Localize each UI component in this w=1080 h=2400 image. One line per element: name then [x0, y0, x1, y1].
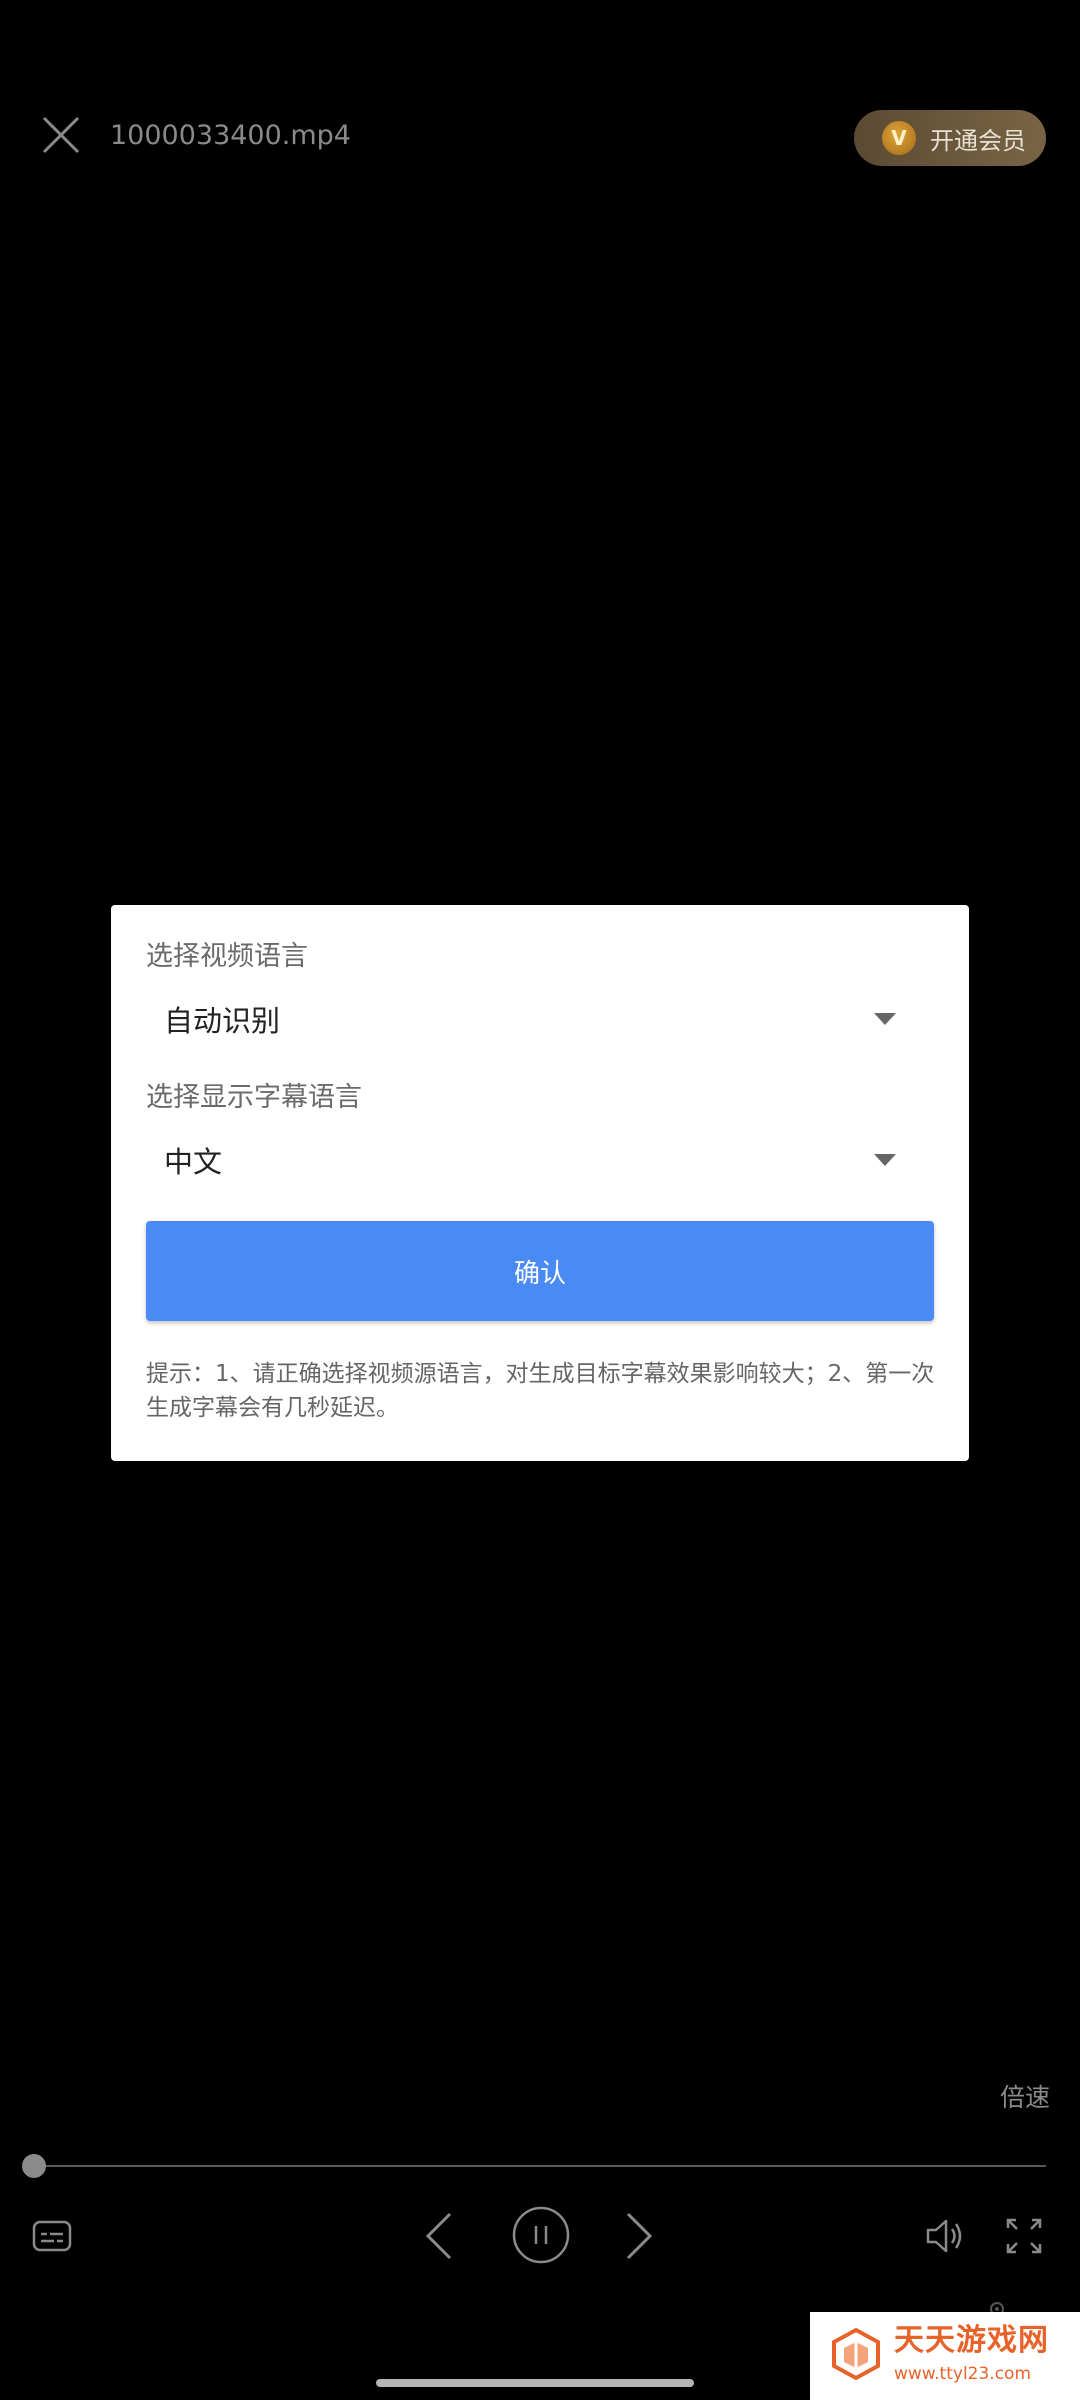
- file-name: 1000033400.mp4: [110, 120, 351, 151]
- vip-label: 开通会员: [930, 126, 1026, 155]
- next-icon: [626, 2212, 653, 2260]
- subtitle-language-value: 中文: [164, 1145, 223, 1179]
- watermark: 天天游戏网 www.ttyl23.com: [810, 2312, 1080, 2400]
- pause-icon: [512, 2206, 570, 2264]
- watermark-logo-icon: [832, 2327, 880, 2381]
- subtitle-button[interactable]: [30, 2214, 74, 2258]
- subtitle-icon: [32, 2220, 72, 2252]
- video-player-screen: 1000033400.mp4 V 开通会员 选择视频语言 自动识别 选择显示字幕…: [0, 0, 1080, 2400]
- confirm-button[interactable]: 确认: [146, 1221, 934, 1321]
- volume-icon: [926, 2219, 962, 2253]
- subtitle-language-dialog: 选择视频语言 自动识别 选择显示字幕语言 中文 确认 提示：1、请正确选择视频源…: [111, 905, 969, 1461]
- vip-icon: V: [882, 121, 916, 155]
- progress-bar[interactable]: [34, 2165, 1046, 2167]
- subtitle-language-label: 选择显示字幕语言: [146, 1082, 362, 1113]
- vip-button[interactable]: V 开通会员: [854, 110, 1046, 166]
- caret-down-icon: [874, 1013, 896, 1025]
- home-indicator[interactable]: [376, 2379, 694, 2387]
- tip-text: 提示：1、请正确选择视频源语言，对生成目标字幕效果影响较大；2、第一次生成字幕会…: [146, 1361, 935, 1421]
- close-icon: [42, 116, 80, 154]
- next-button[interactable]: [624, 2210, 654, 2262]
- video-language-value: 自动识别: [164, 1004, 281, 1038]
- watermark-url: www.ttyl23.com: [894, 2364, 1032, 2384]
- pause-button[interactable]: [511, 2205, 571, 2265]
- fullscreen-icon: [1006, 2218, 1042, 2254]
- watermark-title: 天天游戏网: [894, 2323, 1049, 2358]
- playback-speed-button[interactable]: 倍速: [1000, 2078, 1050, 2114]
- video-language-label: 选择视频语言: [146, 941, 308, 972]
- previous-button[interactable]: [424, 2210, 454, 2262]
- video-language-select[interactable]: 自动识别: [146, 991, 934, 1051]
- caret-down-icon: [874, 1154, 896, 1166]
- close-button[interactable]: [36, 110, 86, 160]
- subtitle-language-select[interactable]: 中文: [146, 1132, 934, 1192]
- volume-button[interactable]: [924, 2214, 968, 2258]
- fullscreen-button[interactable]: [1004, 2216, 1044, 2256]
- previous-icon: [425, 2212, 452, 2260]
- progress-thumb[interactable]: [22, 2154, 46, 2178]
